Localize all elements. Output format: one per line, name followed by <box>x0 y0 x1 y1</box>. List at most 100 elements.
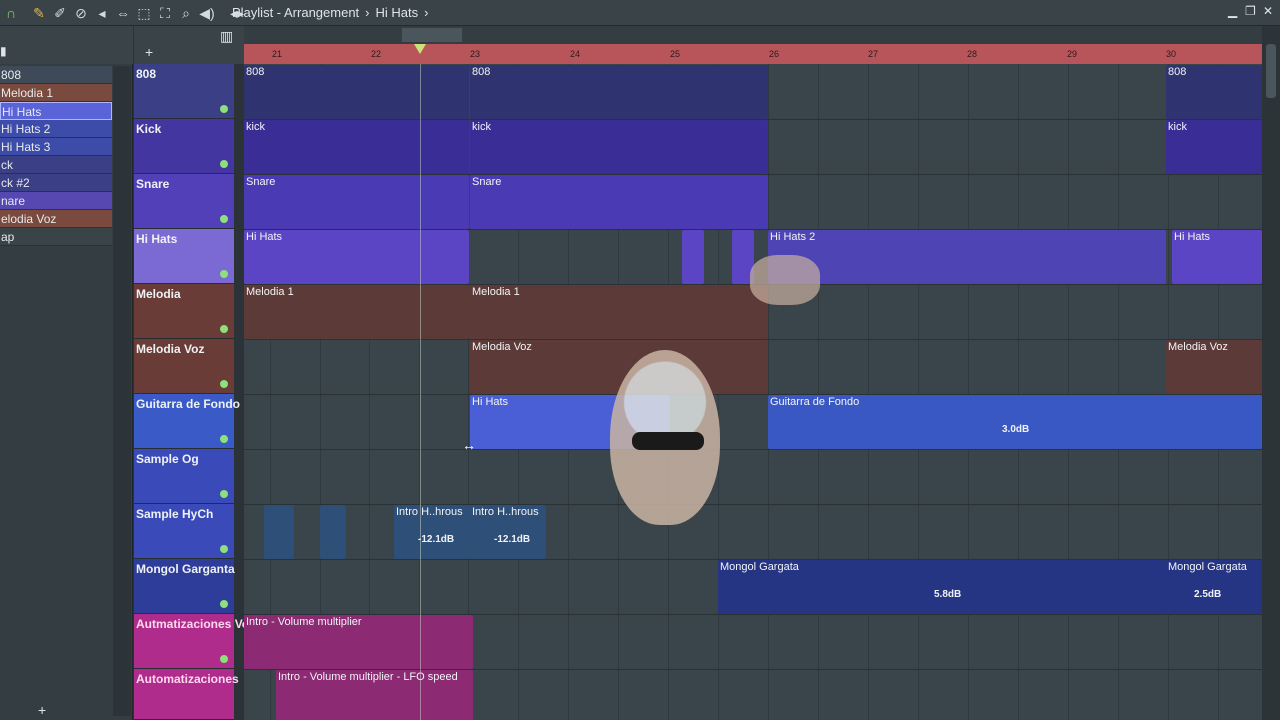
track-header-snare[interactable]: Snare <box>134 174 234 229</box>
clip-melodia[interactable]: Melodia 1 <box>470 285 768 339</box>
clip-808[interactable]: 808 <box>244 65 469 119</box>
track-enable-led[interactable] <box>220 490 228 498</box>
pattern-item[interactable]: nare <box>0 192 112 210</box>
minimize-icon[interactable]: ▁ <box>1228 4 1237 18</box>
playlist-grid[interactable]: 808 808 808 kick kick kick Snare Snare H… <box>244 64 1262 720</box>
close-icon[interactable]: ✕ <box>1263 4 1273 18</box>
clip-intro[interactable]: Intro H..hrous -12.1dB <box>470 505 546 559</box>
pattern-item[interactable]: ck <box>0 156 112 174</box>
clip-hi-hats[interactable]: Hi Hats <box>1172 230 1262 284</box>
clip-melodia[interactable]: Melodia 1 <box>244 285 469 339</box>
pattern-item[interactable]: elodia Voz <box>0 210 112 228</box>
clip-intro[interactable]: Intro H..hrous -12.1dB <box>394 505 470 559</box>
mute-icon[interactable]: ◂ <box>93 4 111 22</box>
magnet-icon[interactable]: ∩ <box>2 4 20 22</box>
pattern-item[interactable]: Melodia 1 <box>0 84 112 102</box>
clip-melodia-voz[interactable]: Melodia Voz <box>1166 340 1262 394</box>
clip-automation[interactable]: Intro - Volume multiplier <box>244 615 473 669</box>
speaker-icon[interactable]: ◀) <box>198 4 216 22</box>
clip-label: Hi Hats 2 <box>770 231 816 243</box>
track-header-melodia-voz[interactable]: Melodia Voz <box>134 339 234 394</box>
volume-level: 3.0dB <box>1002 424 1030 435</box>
delete-icon[interactable]: ⊘ <box>72 4 90 22</box>
vertical-scrollbar[interactable] <box>1263 26 1280 720</box>
track-header-808[interactable]: 808 <box>134 64 234 119</box>
pattern-item[interactable]: ck #2 <box>0 174 112 192</box>
track-header-sample-og[interactable]: Sample Og <box>134 449 234 504</box>
grid-line <box>918 64 919 720</box>
overview-strip[interactable] <box>244 26 1262 44</box>
clip-mongol[interactable]: Mongol Gargata 5.8dB <box>718 560 1166 614</box>
clip-label: Hi Hats <box>472 396 509 408</box>
add-pattern-icon[interactable]: + <box>38 702 46 718</box>
volume-level: 5.8dB <box>934 589 962 600</box>
clip-label: Snare <box>472 176 502 188</box>
webcam-hand <box>750 255 820 305</box>
track-header-guitarra[interactable]: Guitarra de Fondo <box>134 394 240 449</box>
zoom-icon[interactable]: ⌕ <box>177 4 195 22</box>
bar-number: 24 <box>570 49 581 59</box>
clip-snare[interactable]: Snare <box>470 175 768 229</box>
clip-808[interactable]: 808 <box>1166 65 1262 119</box>
track-header-sample-hych[interactable]: Sample HyCh <box>134 504 234 559</box>
fit-icon[interactable]: ⛶ <box>156 4 174 22</box>
track-enable-led[interactable] <box>220 600 228 608</box>
bar-number: 28 <box>967 49 978 59</box>
track-enable-led[interactable] <box>220 325 228 333</box>
track-enable-led[interactable] <box>220 435 228 443</box>
clip-hi-hats[interactable]: Hi Hats <box>244 230 469 284</box>
brush-icon[interactable]: ✐ <box>51 4 69 22</box>
track-enable-led[interactable] <box>220 655 228 663</box>
clip-sample[interactable] <box>320 505 346 559</box>
restore-icon[interactable]: ❐ <box>1245 4 1256 18</box>
clip-label: Mongol Gargata <box>1168 561 1247 573</box>
track-enable-led[interactable] <box>220 160 228 168</box>
track-header-mongol[interactable]: Mongol Garganta <box>134 559 235 614</box>
track-header-hi-hats[interactable]: Hi Hats <box>134 229 234 284</box>
track-enable-led[interactable] <box>220 105 228 113</box>
timeline-ruler[interactable]: 21 22 23 24 25 26 27 28 29 30 <box>244 44 1262 64</box>
pattern-item-selected[interactable]: Hi Hats <box>0 102 112 120</box>
clip-automation[interactable]: Intro - Volume multiplier - LFO speed <box>276 670 473 720</box>
clip-hi-hats-short[interactable] <box>682 230 704 284</box>
clip-label: Mongol Gargata <box>720 561 799 573</box>
track-header-automation-vol[interactable]: Autmatizaciones Vol <box>134 614 252 669</box>
clip-guitarra[interactable]: Guitarra de Fondo 3.0dB <box>768 395 1262 449</box>
clip-808[interactable]: 808 <box>470 65 768 119</box>
clip-mongol[interactable]: Mongol Gargata 2.5dB <box>1166 560 1262 614</box>
track-name: Guitarra de Fondo <box>136 397 241 411</box>
pattern-item[interactable]: ap <box>0 228 112 246</box>
bar-number: 23 <box>470 49 481 59</box>
track-enable-led[interactable] <box>220 270 228 278</box>
clip-kick[interactable]: kick <box>1166 120 1262 174</box>
pencil-icon[interactable]: ✎ <box>30 4 48 22</box>
overview-window[interactable] <box>402 28 462 42</box>
track-header-melodia[interactable]: Melodia <box>134 284 234 339</box>
clip-snare[interactable]: Snare <box>244 175 469 229</box>
pattern-item[interactable]: Hi Hats 3 <box>0 138 112 156</box>
bar-number: 27 <box>868 49 879 59</box>
track-enable-led[interactable] <box>220 215 228 223</box>
add-track-icon[interactable]: + <box>145 44 153 60</box>
playhead-marker-icon[interactable] <box>414 44 426 54</box>
pattern-item[interactable]: Hi Hats 2 <box>0 120 112 138</box>
slip-icon[interactable]: ⇔ <box>114 4 132 22</box>
track-enable-led[interactable] <box>220 545 228 553</box>
clip-hi-hats-2[interactable]: Hi Hats 2 <box>768 230 1166 284</box>
track-header-kick[interactable]: Kick <box>134 119 234 174</box>
select-icon[interactable]: ⬚ <box>135 4 153 22</box>
track-name: Sample Og <box>136 452 199 466</box>
bar-number: 21 <box>272 49 283 59</box>
track-enable-led[interactable] <box>220 380 228 388</box>
clip-label: Guitarra de Fondo <box>770 396 860 408</box>
track-header-automation[interactable]: Automatizaciones <box>134 669 239 720</box>
clip-sample[interactable] <box>264 505 294 559</box>
pattern-item[interactable]: 808 <box>0 66 112 84</box>
pattern-scrollbar[interactable] <box>113 66 131 716</box>
clip-melodia-voz[interactable]: Melodia Voz <box>470 340 768 394</box>
clip-kick[interactable]: kick <box>244 120 469 174</box>
scrollbar-thumb[interactable] <box>1266 44 1276 98</box>
piano-icon[interactable]: ▥ <box>220 28 233 45</box>
pattern-menu-icon[interactable]: ▮ <box>0 44 7 58</box>
clip-kick[interactable]: kick <box>470 120 768 174</box>
